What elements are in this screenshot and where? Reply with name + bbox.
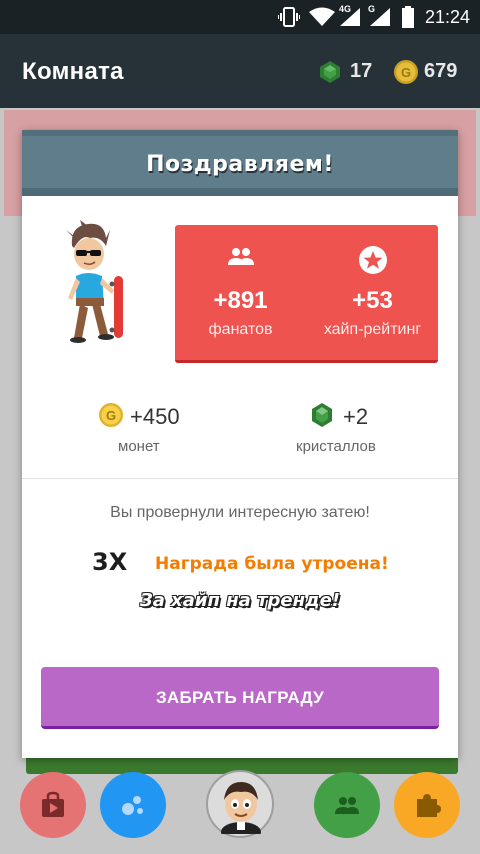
- fans-stat: +891 фанатов: [175, 225, 306, 363]
- puzzle-icon: [417, 794, 441, 817]
- svg-text:G: G: [106, 408, 116, 423]
- nav-profile-button[interactable]: [206, 770, 274, 838]
- multiplier-badge: 3X: [92, 548, 128, 576]
- nav-extensions-button[interactable]: [394, 772, 460, 838]
- stats-panel: +891 фанатов +53 хайп-рейтинг: [175, 225, 438, 363]
- crystals-reward-value: +2: [343, 404, 369, 429]
- people-icon: [335, 797, 359, 814]
- crystal-icon: [320, 61, 340, 83]
- hype-label: хайп-рейтинг: [323, 321, 422, 338]
- shopping-bag-icon: [42, 791, 64, 817]
- coin-icon: G: [394, 60, 418, 84]
- crystal-icon: [312, 403, 332, 427]
- dialog-header: Поздравляем!: [22, 130, 458, 196]
- nav-bubbles-button[interactable]: [100, 772, 166, 838]
- nav-shop-button[interactable]: [20, 772, 86, 838]
- vibrate-icon: [278, 7, 300, 27]
- coin-balance: 679: [424, 60, 458, 82]
- multiplier-text: Награда была утроена!: [155, 554, 389, 574]
- star-badge-icon: [359, 246, 387, 274]
- crystals-reward-label: кристаллов: [296, 438, 376, 455]
- coin-icon: G: [99, 403, 123, 427]
- crystal-balance: 17: [350, 60, 373, 82]
- wifi-icon: [309, 7, 335, 26]
- trend-bonus-text: За хайп на тренде!: [139, 590, 341, 611]
- coins-reward-value: +450: [130, 404, 180, 429]
- coins-reward-label: монет: [118, 438, 160, 455]
- status-bar: 4G G 21:24: [0, 0, 480, 34]
- fans-value: +891: [213, 287, 268, 314]
- hype-stat: +53 хайп-рейтинг: [307, 225, 438, 363]
- result-message: Вы провернули интересную затею!: [110, 504, 370, 521]
- nav-friends-button[interactable]: [314, 772, 380, 838]
- people-icon: [228, 248, 254, 265]
- congrats-dialog: Поздравляем! +891 фанатов +53 хайп-рейти…: [22, 130, 458, 758]
- signal-icon-2: [370, 8, 390, 26]
- character-illustration: [66, 220, 123, 343]
- divider: [22, 478, 458, 479]
- dialog-title: Поздравляем!: [146, 152, 334, 177]
- fans-label: фанатов: [208, 321, 273, 338]
- app-bar: Комната 17 G 679: [0, 34, 480, 108]
- claim-reward-button[interactable]: ЗАБРАТЬ НАГРАДУ: [41, 667, 439, 729]
- hype-value: +53: [352, 287, 393, 314]
- avatar: [221, 782, 261, 834]
- page-title: Комната: [22, 58, 124, 85]
- header-strip: [22, 188, 458, 196]
- battery-icon: [402, 6, 414, 28]
- svg-text:G: G: [401, 65, 411, 80]
- signal-icon: [340, 8, 360, 26]
- bubbles-icon: [122, 796, 143, 815]
- clock: 21:24: [424, 7, 470, 27]
